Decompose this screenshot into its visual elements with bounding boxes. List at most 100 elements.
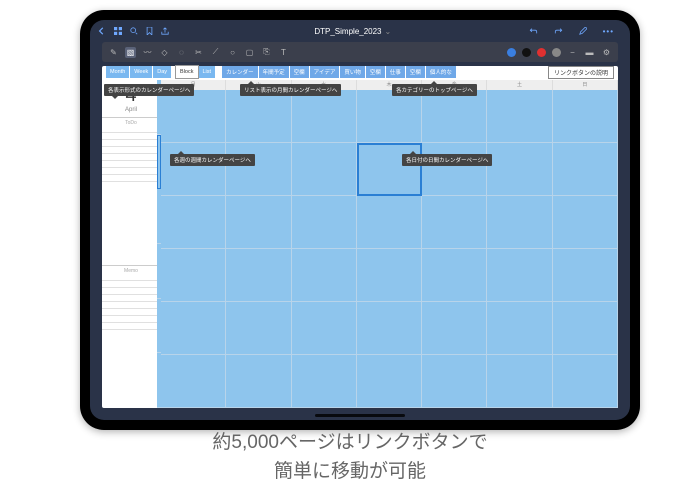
category-button[interactable]: 空欄	[290, 66, 310, 78]
block-button[interactable]: Block	[175, 65, 198, 79]
category-button[interactable]: 年間予定	[259, 66, 290, 78]
calendar-cell[interactable]	[161, 249, 226, 302]
list-button[interactable]: List	[199, 66, 217, 78]
calendar-cell[interactable]	[292, 355, 357, 408]
tablet-frame: DTP_Simple_2023⌄ ••• ✎ ▧ 〰 ◇ ◌ ✂ ⟋ ○ ▢ ⎘…	[80, 10, 640, 430]
calendar-cell[interactable]	[292, 196, 357, 249]
calendar-cell[interactable]	[292, 143, 357, 196]
calendar-cell[interactable]	[161, 90, 226, 143]
callout-category-top: 各カテゴリーのトップページへ	[392, 84, 477, 96]
marker-tool-icon[interactable]: ▧	[125, 47, 136, 58]
calendar-cell[interactable]	[292, 249, 357, 302]
color-swatch[interactable]	[522, 48, 531, 57]
calendar-cell[interactable]	[292, 90, 357, 143]
settings-icon[interactable]: ⚙	[601, 47, 612, 58]
view-button-day[interactable]: Day	[153, 66, 172, 78]
category-button[interactable]: 仕事	[386, 66, 406, 78]
color-swatch[interactable]	[552, 48, 561, 57]
category-button[interactable]: 空欄	[366, 66, 386, 78]
memo-section[interactable]: Memo	[102, 265, 160, 409]
document-title[interactable]: DTP_Simple_2023⌄	[177, 27, 529, 36]
eraser-icon[interactable]: ◇	[159, 47, 170, 58]
page-nav-strip: Month Week Day Block List カレンダー 年間予定 空欄 …	[102, 66, 618, 78]
screen: DTP_Simple_2023⌄ ••• ✎ ▧ 〰 ◇ ◌ ✂ ⟋ ○ ▢ ⎘…	[90, 20, 630, 420]
drawing-toolbar: ✎ ▧ 〰 ◇ ◌ ✂ ⟋ ○ ▢ ⎘ T − ▬ ⚙	[102, 42, 618, 62]
calendar-cell[interactable]	[357, 90, 422, 143]
search-icon[interactable]	[130, 27, 138, 35]
category-button[interactable]: 個人的な	[426, 66, 457, 78]
bookmark-icon[interactable]	[146, 27, 153, 35]
redo-icon[interactable]	[554, 27, 563, 36]
minus-icon[interactable]: −	[567, 47, 578, 58]
edit-icon[interactable]	[579, 27, 587, 36]
calendar-cell[interactable]	[487, 90, 552, 143]
calendar-cell[interactable]	[553, 90, 618, 143]
ruler-icon[interactable]: ⟋	[210, 47, 221, 58]
category-button[interactable]: カレンダー	[222, 66, 259, 78]
lasso-icon[interactable]: ◌	[176, 47, 187, 58]
calendar-cell[interactable]	[226, 302, 291, 355]
view-button-week[interactable]: Week	[130, 66, 153, 78]
image-icon[interactable]: ▢	[244, 47, 255, 58]
promo-caption: 約5,000ページはリンクボタンで 簡単に移動が可能	[0, 428, 700, 487]
callout-monthly-list: リスト表示の月間カレンダーページへ	[240, 84, 341, 96]
color-swatch[interactable]	[537, 48, 546, 57]
category-button[interactable]: 空欄	[406, 66, 426, 78]
view-button-month[interactable]: Month	[106, 66, 130, 78]
calendar-cell[interactable]	[422, 90, 487, 143]
calendar-cell[interactable]	[226, 196, 291, 249]
calendar-cell[interactable]	[226, 143, 291, 196]
callout-weekly: 各週の週間カレンダーページへ	[170, 154, 255, 166]
calendar-cell[interactable]	[553, 302, 618, 355]
calendar-cell[interactable]	[553, 355, 618, 408]
calendar-cell[interactable]	[161, 355, 226, 408]
callout-view-format: 各表示形式のカレンダーページへ	[104, 84, 194, 96]
calendar-cell[interactable]	[487, 249, 552, 302]
calendar-cell[interactable]	[357, 196, 422, 249]
shape-icon[interactable]: ○	[227, 47, 238, 58]
calendar-cell[interactable]	[422, 249, 487, 302]
explain-link-button[interactable]: リンクボタンの説明	[548, 66, 614, 79]
calendar-cell[interactable]	[487, 143, 552, 196]
calendar-cell[interactable]	[553, 196, 618, 249]
pen-tool-icon[interactable]: ✎	[108, 47, 119, 58]
calendar-cell[interactable]	[422, 143, 487, 196]
calendar-cell[interactable]	[487, 355, 552, 408]
calendar-cell[interactable]	[292, 302, 357, 355]
month-grid: 月 火 水 木 金 土 日	[161, 80, 618, 408]
calendar-cell[interactable]	[487, 196, 552, 249]
category-button[interactable]: アイデア	[310, 66, 341, 78]
undo-icon[interactable]	[529, 27, 538, 36]
calendar-cell[interactable]	[422, 196, 487, 249]
link-icon[interactable]: ⎘	[261, 47, 272, 58]
calendar-cell[interactable]	[357, 355, 422, 408]
callout-daily: 各日付の日間カレンダーページへ	[402, 154, 492, 166]
calendar-cell[interactable]	[226, 249, 291, 302]
calendar-cell[interactable]	[422, 302, 487, 355]
calendar-cell[interactable]	[226, 90, 291, 143]
calendar-cell[interactable]	[357, 302, 422, 355]
home-indicator[interactable]	[315, 414, 405, 417]
calendar-cell[interactable]	[161, 302, 226, 355]
share-icon[interactable]	[161, 27, 169, 35]
calendar-cell[interactable]	[422, 355, 487, 408]
calendar-cell[interactable]	[161, 143, 226, 196]
document-page: Month Week Day Block List カレンダー 年間予定 空欄 …	[102, 66, 618, 408]
calendar-cell[interactable]	[487, 302, 552, 355]
cut-icon[interactable]: ✂	[193, 47, 204, 58]
todo-section[interactable]: ToDo	[102, 117, 160, 261]
back-icon[interactable]	[98, 27, 106, 35]
grid-icon[interactable]	[114, 27, 122, 35]
text-tool-icon[interactable]: T	[278, 47, 289, 58]
day-header-row: 月 火 水 木 金 土 日	[161, 80, 618, 90]
stroke-icon[interactable]: 〰	[142, 47, 153, 58]
more-icon[interactable]: •••	[603, 27, 614, 36]
calendar-cell[interactable]	[553, 249, 618, 302]
calendar-cell[interactable]	[553, 143, 618, 196]
color-swatch[interactable]	[507, 48, 516, 57]
stroke-width-icon[interactable]: ▬	[584, 47, 595, 58]
calendar-cell[interactable]	[357, 249, 422, 302]
category-button[interactable]: 買い物	[340, 66, 366, 78]
calendar-cell[interactable]	[226, 355, 291, 408]
calendar-cell[interactable]	[161, 196, 226, 249]
